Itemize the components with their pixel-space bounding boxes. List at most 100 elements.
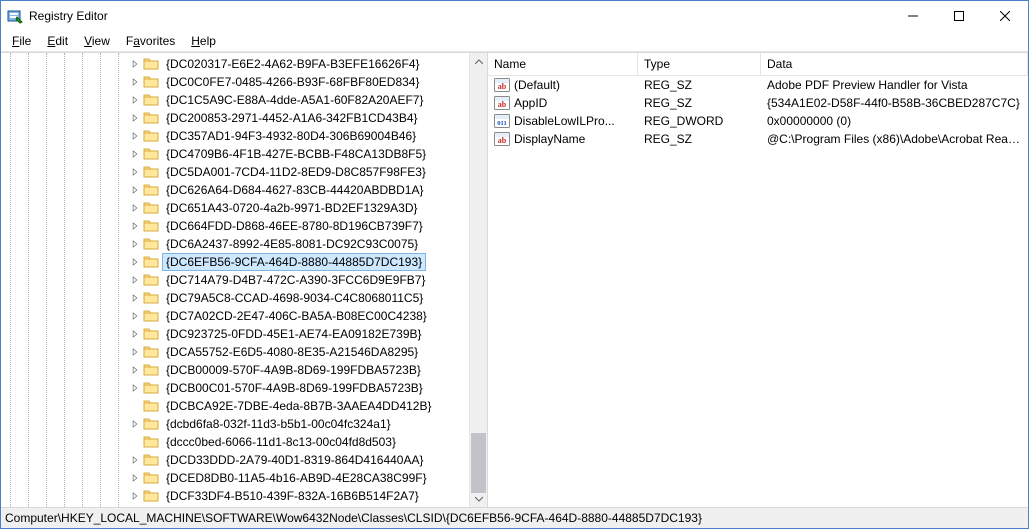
folder-icon — [143, 416, 159, 432]
expand-glyph[interactable] — [127, 182, 143, 198]
tree-node-label: {DCED8DB0-11A5-4b16-AB9D-4E28CA38C99F} — [162, 469, 431, 487]
tree-node[interactable]: {DC651A43-0720-4a2b-9971-BD2EF1329A3D} — [127, 199, 441, 217]
tree-scroll-area[interactable]: {DC020317-E6E2-4A62-B9FA-B3EFE16626F4}{D… — [1, 53, 469, 507]
tree-node-label: {DC6EFB56-9CFA-464D-8880-44885D7DC193} — [162, 253, 426, 271]
tree-node[interactable]: {DC020317-E6E2-4A62-B9FA-B3EFE16626F4} — [127, 55, 441, 73]
tree-node[interactable]: {DC4709B6-4F1B-427E-BCBB-F48CA13DB8F5} — [127, 145, 441, 163]
expand-glyph[interactable] — [127, 344, 143, 360]
expand-glyph[interactable] — [127, 236, 143, 252]
expand-glyph[interactable] — [127, 488, 143, 504]
tree-node[interactable]: {DC626A64-D684-4627-83CB-44420ABDBD1A} — [127, 181, 441, 199]
chevron-right-icon — [130, 59, 140, 69]
folder-icon — [143, 398, 159, 414]
tree-node[interactable]: {DCBCA92E-7DBE-4eda-8B7B-3AAEA4DD412B} — [127, 397, 441, 415]
tree-node[interactable]: {dccc0bed-6066-11d1-8c13-00c04fd8d503} — [127, 433, 441, 451]
expand-glyph[interactable] — [127, 128, 143, 144]
tree-node[interactable]: {DCD33DDD-2A79-40D1-8319-864D416440AA} — [127, 451, 441, 469]
tree-node[interactable]: {DC0C0FE7-0485-4266-B93F-68FBF80ED834} — [127, 73, 441, 91]
folder-icon — [143, 182, 159, 198]
value-row[interactable]: DisableLowILPro...REG_DWORD0x00000000 (0… — [488, 112, 1028, 130]
folder-icon — [143, 236, 159, 252]
tree-node[interactable]: {dcbd6fa8-032f-11d3-b5b1-00c04fc324a1} — [127, 415, 441, 433]
tree-node[interactable]: {DC923725-0FDD-45E1-AE74-EA09182E739B} — [127, 325, 441, 343]
expand-glyph[interactable] — [127, 146, 143, 162]
folder-icon — [143, 290, 159, 306]
tree-node[interactable]: {DCED8DB0-11A5-4b16-AB9D-4E28CA38C99F} — [127, 469, 441, 487]
chevron-right-icon — [130, 473, 140, 483]
value-row[interactable]: DisplayNameREG_SZ@C:\Program Files (x86)… — [488, 130, 1028, 148]
expand-glyph[interactable] — [127, 380, 143, 396]
tree-node[interactable]: {DC1C5A9C-E88A-4dde-A5A1-60F82A20AEF7} — [127, 91, 441, 109]
chevron-right-icon — [130, 185, 140, 195]
tree-node-label: {DC6A2437-8992-4E85-8081-DC92C93C0075} — [162, 235, 422, 253]
tree-node-label: {DCF33DF4-B510-439F-832A-16B6B514F2A7} — [162, 487, 423, 505]
tree-node[interactable]: {DCB00C01-570F-4A9B-8D69-199FDBA5723B} — [127, 379, 441, 397]
scroll-up-button[interactable] — [470, 53, 487, 70]
tree-node[interactable]: {DC7A02CD-2E47-406C-BA5A-B08EC00C4238} — [127, 307, 441, 325]
chevron-right-icon — [130, 221, 140, 231]
chevron-right-icon — [130, 329, 140, 339]
expand-glyph[interactable] — [127, 272, 143, 288]
tree-node-label: {DC714A79-D4B7-472C-A390-3FCC6D9E9FB7} — [162, 271, 429, 289]
tree-vertical-scrollbar[interactable] — [469, 53, 487, 507]
expand-glyph[interactable] — [127, 452, 143, 468]
expand-glyph[interactable] — [127, 254, 143, 270]
tree-node[interactable]: {DC6EFB56-9CFA-464D-8880-44885D7DC193} — [127, 253, 441, 271]
tree-node-label: {DCA55752-E6D5-4080-8E35-A21546DA8295} — [162, 343, 422, 361]
expand-glyph[interactable] — [127, 416, 143, 432]
tree-node-label: {DC79A5C8-CCAD-4698-9034-C4C8068011C5} — [162, 289, 427, 307]
expand-glyph[interactable] — [127, 200, 143, 216]
status-path: Computer\HKEY_LOCAL_MACHINE\SOFTWARE\Wow… — [5, 511, 702, 525]
tree-node[interactable]: {DC6A2437-8992-4E85-8081-DC92C93C0075} — [127, 235, 441, 253]
folder-icon — [143, 56, 159, 72]
maximize-button[interactable] — [936, 1, 982, 31]
expand-glyph[interactable] — [127, 164, 143, 180]
tree-node[interactable]: {DCB00009-570F-4A9B-8D69-199FDBA5723B} — [127, 361, 441, 379]
titlebar[interactable]: Registry Editor — [1, 1, 1028, 31]
reg-binary-icon — [494, 113, 510, 129]
column-header-data[interactable]: Data — [761, 53, 1028, 75]
expand-glyph[interactable] — [127, 308, 143, 324]
tree-node[interactable]: {DCF33DF4-B510-439F-832A-16B6B514F2A7} — [127, 487, 441, 505]
column-header-type[interactable]: Type — [638, 53, 761, 75]
value-type-cell: REG_SZ — [638, 96, 761, 110]
chevron-right-icon — [130, 293, 140, 303]
tree-node[interactable]: {DC79A5C8-CCAD-4698-9034-C4C8068011C5} — [127, 289, 441, 307]
tree-node[interactable]: {DC714A79-D4B7-472C-A390-3FCC6D9E9FB7} — [127, 271, 441, 289]
tree-node[interactable]: {DC357AD1-94F3-4932-80D4-306B69004B46} — [127, 127, 441, 145]
menu-help[interactable]: Help — [184, 33, 223, 49]
tree-node[interactable]: {DCA55752-E6D5-4080-8E35-A21546DA8295} — [127, 343, 441, 361]
listview-header: Name Type Data — [488, 53, 1028, 76]
scroll-thumb[interactable] — [471, 433, 486, 493]
value-row[interactable]: AppIDREG_SZ{534A1E02-D58F-44f0-B58B-36CB… — [488, 94, 1028, 112]
tree-node[interactable]: {DC664FDD-D868-46EE-8780-8D196CB739F7} — [127, 217, 441, 235]
folder-icon — [143, 470, 159, 486]
scroll-down-button[interactable] — [470, 490, 487, 507]
expand-glyph[interactable] — [127, 470, 143, 486]
folder-icon — [143, 110, 159, 126]
expand-glyph[interactable] — [127, 362, 143, 378]
column-header-name[interactable]: Name — [488, 53, 638, 75]
menu-file[interactable]: File — [5, 33, 38, 49]
tree-node[interactable]: {DC5DA001-7CD4-11D2-8ED9-D8C857F98FE3} — [127, 163, 441, 181]
listview-body[interactable]: (Default)REG_SZAdobe PDF Preview Handler… — [488, 76, 1028, 507]
minimize-button[interactable] — [890, 1, 936, 31]
registry-editor-window: Registry Editor File Edit View Favorites… — [0, 0, 1029, 529]
value-row[interactable]: (Default)REG_SZAdobe PDF Preview Handler… — [488, 76, 1028, 94]
expand-glyph[interactable] — [127, 290, 143, 306]
expand-glyph[interactable] — [127, 218, 143, 234]
expand-glyph[interactable] — [127, 74, 143, 90]
expand-glyph[interactable] — [127, 326, 143, 342]
menu-edit[interactable]: Edit — [40, 33, 75, 49]
close-button[interactable] — [982, 1, 1028, 31]
value-type-cell: REG_SZ — [638, 132, 761, 146]
menu-view[interactable]: View — [77, 33, 117, 49]
tree-node-label: {DC626A64-D684-4627-83CB-44420ABDBD1A} — [162, 181, 428, 199]
expand-glyph[interactable] — [127, 92, 143, 108]
expand-glyph[interactable] — [127, 110, 143, 126]
expand-glyph[interactable] — [127, 56, 143, 72]
menu-favorites[interactable]: Favorites — [119, 33, 182, 49]
folder-icon — [143, 200, 159, 216]
tree-node[interactable]: {DC200853-2971-4452-A1A6-342FB1CD43B4} — [127, 109, 441, 127]
value-data-cell: {534A1E02-D58F-44f0-B58B-36CBED287C7C} — [761, 96, 1028, 110]
